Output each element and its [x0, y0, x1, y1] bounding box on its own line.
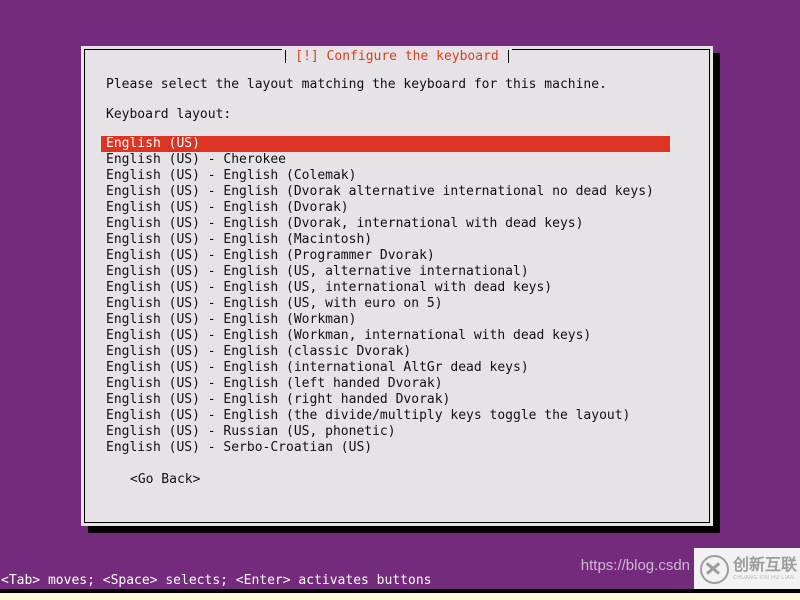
layout-list-item[interactable]: English (US) - Serbo-Croatian (US) [101, 440, 697, 456]
layout-list-item[interactable]: English (US) - English (Workman) [101, 312, 697, 328]
help-bar-text: <Tab> moves; <Space> selects; <Enter> ac… [1, 572, 432, 588]
layout-list-item[interactable]: English (US) - English (Dvorak, internat… [101, 216, 697, 232]
watermark-logo-cn: 创新互联 [733, 555, 798, 574]
layout-list-item-selected[interactable]: English (US) [101, 136, 670, 152]
prompt-text: Please select the layout matching the ke… [106, 77, 607, 92]
layout-list-item[interactable]: English (US) - English (international Al… [101, 360, 697, 376]
watermark-logo-text: 创新互联 CHUANG XIN HU LIAN [733, 557, 797, 581]
installer-screen: [!] Configure the keyboard Please select… [0, 0, 800, 600]
bottom-strip [0, 593, 800, 600]
layout-list-item[interactable]: English (US) - English (Dvorak alternati… [101, 184, 697, 200]
layout-list-item[interactable]: English (US) - English (Dvorak) [101, 200, 697, 216]
dialog-border: [!] Configure the keyboard Please select… [84, 48, 710, 523]
keyboard-layout-label: Keyboard layout: [106, 107, 232, 122]
layout-list-item[interactable]: English (US) - English (Colemak) [101, 168, 697, 184]
layout-list-item[interactable]: English (US) - English (right handed Dvo… [101, 392, 697, 408]
layout-list-item[interactable]: English (US) - English (US, internationa… [101, 280, 697, 296]
go-back-button[interactable]: <Go Back> [101, 472, 697, 488]
layout-list-item[interactable]: English (US) - Russian (US, phonetic) [101, 424, 697, 440]
layout-list-item[interactable]: English (US) - English (Workman, interna… [101, 328, 697, 344]
watermark-logo-pinyin: CHUANG XIN HU LIAN [733, 575, 795, 581]
layout-list-item[interactable]: English (US) - Cherokee [101, 152, 697, 168]
layout-list-item[interactable]: English (US) - English (left handed Dvor… [101, 376, 697, 392]
watermark-logo: 创新互联 CHUANG XIN HU LIAN [694, 548, 800, 590]
circle-x-logo-icon [700, 554, 729, 584]
layout-list-item[interactable]: English (US) - English (US, with euro on… [101, 296, 697, 312]
dialog-body: Please select the layout matching the ke… [85, 50, 709, 522]
watermark-url: https://blog.csdn [580, 557, 690, 574]
layout-list-item[interactable]: English (US) - English (classic Dvorak) [101, 344, 697, 360]
layout-list-item[interactable]: English (US) - English (Programmer Dvora… [101, 248, 697, 264]
layout-list-item[interactable]: English (US) - English (US, alternative … [101, 264, 697, 280]
configure-keyboard-dialog: [!] Configure the keyboard Please select… [81, 46, 713, 526]
layout-list-item[interactable]: English (US) - English (the divide/multi… [101, 408, 697, 424]
keyboard-layout-list[interactable]: English (US) English (US) - Cherokee Engli… [101, 136, 697, 456]
layout-list-item[interactable]: English (US) - English (Macintosh) [101, 232, 697, 248]
